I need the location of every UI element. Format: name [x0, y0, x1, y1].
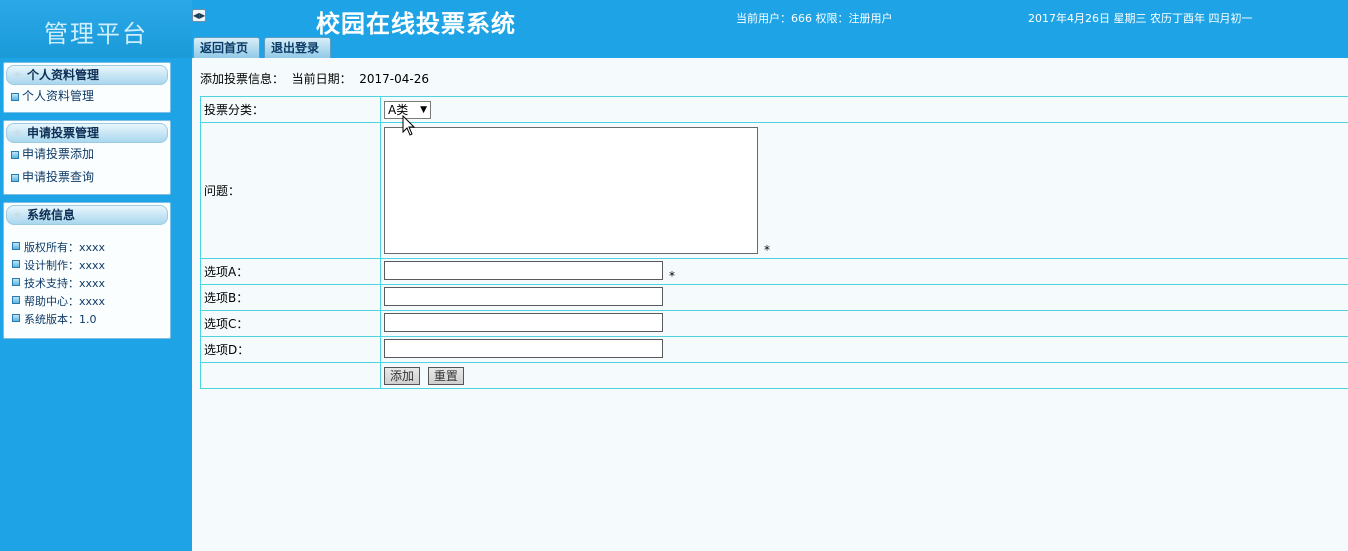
- question-label: 问题：: [200, 122, 381, 259]
- square-bullet-icon: [11, 174, 19, 182]
- form-row-option-d: 选项D：: [200, 336, 1348, 363]
- sidebar-item-query-vote[interactable]: 申请投票查询: [4, 166, 170, 189]
- required-mark: *: [764, 242, 770, 257]
- info-copyright: 版权所有：xxxx: [4, 239, 170, 257]
- category-label: 投票分类：: [200, 96, 381, 123]
- option-d-label: 选项D：: [200, 336, 381, 363]
- square-bullet-icon: [12, 314, 20, 322]
- tab-logout[interactable]: 退出登录: [264, 37, 331, 59]
- panel-title: 系统信息: [27, 208, 76, 222]
- option-a-label: 选项A：: [200, 258, 381, 285]
- panel-header: ★ 个人资料管理: [6, 65, 168, 85]
- sidebar-item-profile[interactable]: 个人资料管理: [4, 85, 170, 108]
- star-icon: ★: [12, 208, 23, 222]
- sidebar-toggle-icon[interactable]: ◀▶: [192, 9, 206, 22]
- vote-form-table: 投票分类： A类 ▼ 问题： * 选项A： * 选项B： 选项C： 选项D： 添…: [200, 96, 1348, 389]
- info-label: 技术支持：xxxx: [24, 277, 106, 290]
- panel-header: ★ 申请投票管理: [6, 123, 168, 143]
- form-row-category: 投票分类： A类 ▼: [200, 96, 1348, 123]
- page-heading: 添加投票信息： 当前日期： 2017-04-26: [200, 72, 429, 86]
- form-row-question: 问题： *: [200, 122, 1348, 259]
- tab-home[interactable]: 返回首页: [193, 37, 260, 59]
- form-row-option-a: 选项A： *: [200, 258, 1348, 285]
- info-version: 系统版本：1.0: [4, 311, 170, 329]
- question-textarea[interactable]: [384, 126, 758, 254]
- info-help: 帮助中心：xxxx: [4, 293, 170, 311]
- reset-button[interactable]: 重置: [427, 366, 464, 385]
- option-b-input[interactable]: [384, 286, 663, 306]
- info-label: 帮助中心：xxxx: [24, 295, 106, 308]
- form-row-option-c: 选项C：: [200, 310, 1348, 337]
- sidebar-item-label: 申请投票添加: [22, 147, 95, 161]
- info-support: 技术支持：xxxx: [4, 275, 170, 293]
- option-b-label: 选项B：: [200, 284, 381, 311]
- mouse-cursor-icon: [402, 115, 416, 136]
- star-icon: ★: [12, 68, 23, 82]
- main-content: 添加投票信息： 当前日期： 2017-04-26 投票分类： A类 ▼ 问题： …: [192, 58, 1348, 551]
- dropdown-arrow-icon: ▼: [420, 104, 427, 115]
- info-design: 设计制作：xxxx: [4, 257, 170, 275]
- square-bullet-icon: [11, 93, 19, 101]
- panel-header: ★ 系统信息: [6, 205, 168, 225]
- sidebar-item-label: 个人资料管理: [22, 89, 95, 103]
- square-bullet-icon: [12, 296, 20, 304]
- square-bullet-icon: [12, 242, 20, 250]
- sidebar: ★ 个人资料管理 个人资料管理 ★ 申请投票管理 申请投票添加 申请投票查询 ★…: [0, 58, 192, 551]
- info-label: 系统版本：1.0: [24, 313, 97, 326]
- square-bullet-icon: [11, 151, 19, 159]
- form-row-buttons: 添加 重置: [200, 362, 1348, 389]
- info-label: 设计制作：xxxx: [24, 259, 106, 272]
- user-info: 当前用户：666 权限：注册用户: [736, 12, 893, 25]
- sidebar-item-label: 申请投票查询: [22, 170, 95, 184]
- option-d-input[interactable]: [384, 338, 663, 358]
- option-c-label: 选项C：: [200, 310, 381, 337]
- system-title: 校园在线投票系统: [316, 9, 516, 38]
- logo-area: 管理平台: [0, 0, 192, 58]
- star-icon: ★: [12, 126, 23, 140]
- sidebar-item-add-vote[interactable]: 申请投票添加: [4, 143, 170, 166]
- add-button[interactable]: 添加: [384, 366, 421, 385]
- option-c-input[interactable]: [384, 312, 663, 332]
- option-a-input[interactable]: [384, 260, 663, 280]
- platform-title: 管理平台: [44, 20, 148, 48]
- square-bullet-icon: [12, 278, 20, 286]
- panel-title: 个人资料管理: [27, 68, 100, 82]
- top-header: 管理平台 ◀▶ 校园在线投票系统 当前用户：666 权限：注册用户 2017年4…: [0, 0, 1348, 59]
- date-info: 2017年4月26日 星期三 农历丁酉年 四月初一: [1028, 12, 1253, 25]
- panel-profile: ★ 个人资料管理 个人资料管理: [3, 62, 171, 113]
- square-bullet-icon: [12, 260, 20, 268]
- form-row-option-b: 选项B：: [200, 284, 1348, 311]
- info-label: 版权所有：xxxx: [24, 241, 106, 254]
- required-mark: *: [669, 268, 675, 283]
- panel-vote-application: ★ 申请投票管理 申请投票添加 申请投票查询: [3, 120, 171, 195]
- panel-title: 申请投票管理: [27, 126, 100, 140]
- panel-system-info: ★ 系统信息 版权所有：xxxx 设计制作：xxxx 技术支持：xxxx 帮助中…: [3, 202, 171, 339]
